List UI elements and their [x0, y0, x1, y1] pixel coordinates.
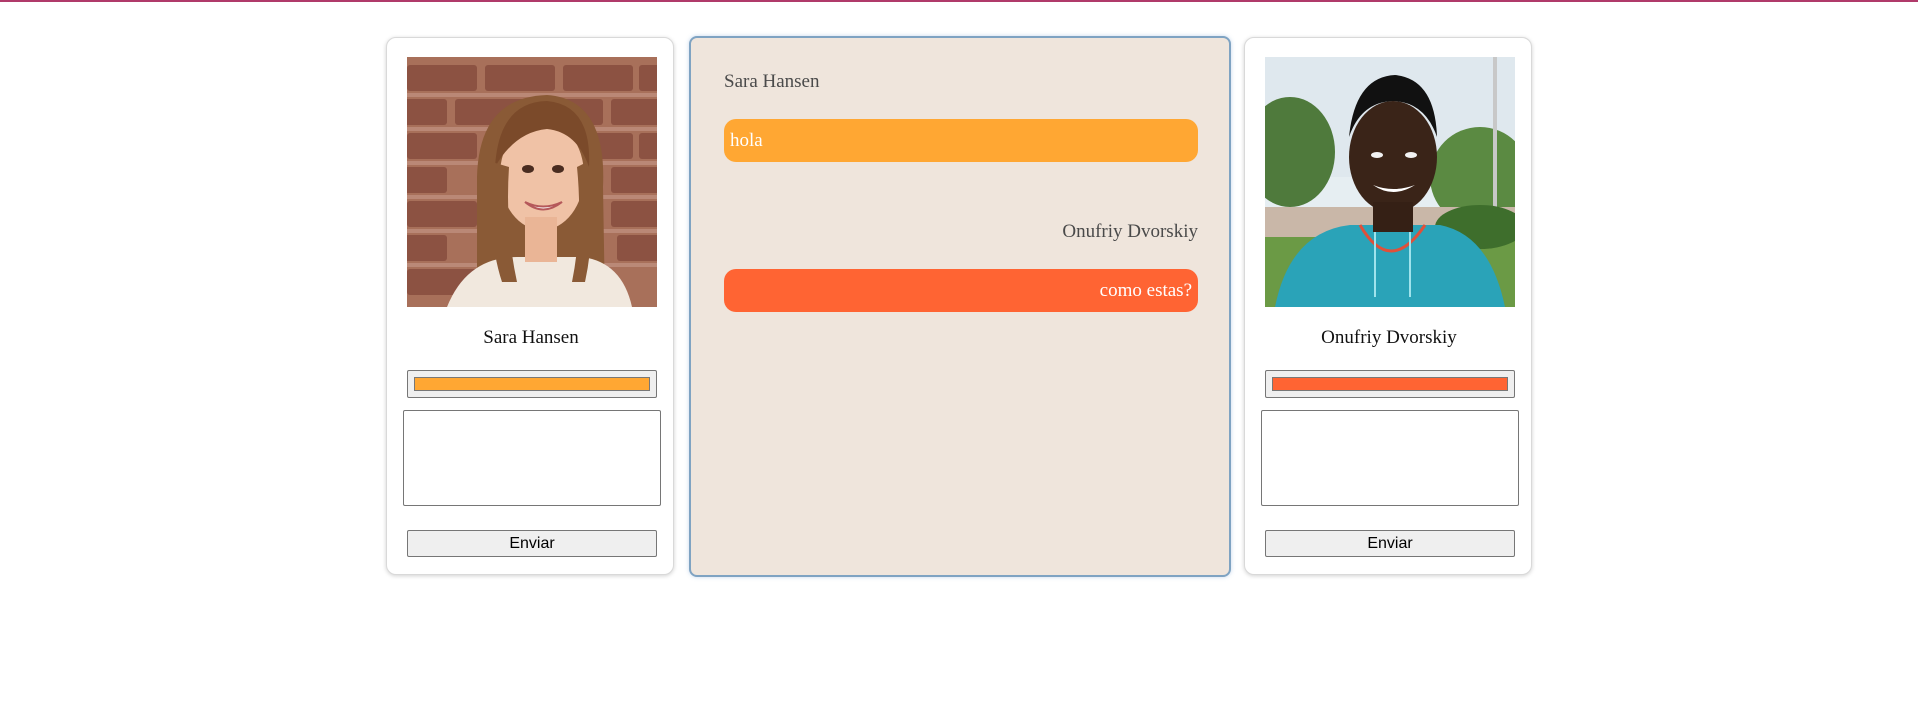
user-photo-sara-hansen [407, 57, 657, 307]
user-photo-onufriy-dvorskiy [1265, 57, 1515, 307]
send-button[interactable]: Enviar [407, 530, 657, 557]
color-picker[interactable] [407, 370, 657, 398]
top-accent-line [0, 0, 1918, 2]
message-input[interactable] [403, 410, 661, 506]
user-card-sara-hansen: Sara Hansen Enviar [386, 37, 674, 575]
user-card-onufriy-dvorskiy: Onufriy Dvorskiy Enviar [1244, 37, 1532, 575]
color-swatch [414, 377, 650, 391]
message-sender: Onufriy Dvorskiy [1062, 221, 1198, 242]
chat-panel: Sara Hansen hola Onufriy Dvorskiy como e… [689, 36, 1231, 577]
color-swatch [1272, 377, 1508, 391]
user-name-label: Sara Hansen [483, 327, 579, 348]
message-input[interactable] [1261, 410, 1519, 506]
message-bubble: como estas? [724, 269, 1198, 312]
message-bubble: hola [724, 119, 1198, 162]
user-name-label: Onufriy Dvorskiy [1321, 327, 1457, 348]
send-button[interactable]: Enviar [1265, 530, 1515, 557]
color-picker[interactable] [1265, 370, 1515, 398]
message-sender: Sara Hansen [724, 71, 820, 92]
